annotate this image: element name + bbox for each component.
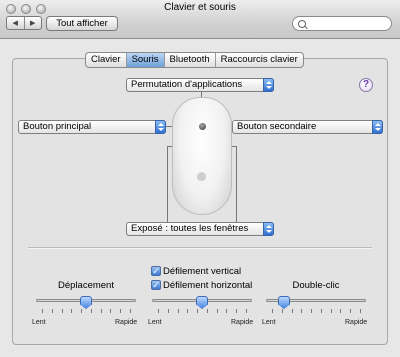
popup-arrows-icon bbox=[263, 78, 274, 92]
double-click-slider-thumb[interactable] bbox=[278, 296, 290, 309]
section-divider bbox=[28, 247, 372, 249]
slider-tick bbox=[178, 309, 179, 313]
slider-ticks bbox=[36, 309, 136, 313]
slider-tick bbox=[158, 309, 159, 313]
slider-tick bbox=[321, 309, 322, 313]
tab-bluetooth[interactable]: Bluetooth bbox=[165, 53, 216, 67]
slider-tick bbox=[292, 309, 293, 313]
checkmark-icon: ✓ bbox=[152, 280, 160, 290]
left-button-popup-value: Bouton principal bbox=[23, 121, 92, 132]
double-click-slider[interactable] bbox=[266, 296, 366, 316]
slider-tick bbox=[282, 309, 283, 313]
left-button-popup[interactable]: Bouton principal bbox=[18, 120, 166, 134]
scrolling-slider[interactable] bbox=[152, 296, 252, 316]
tab-souris[interactable]: Souris bbox=[126, 53, 165, 67]
double-click-label: Double-clic bbox=[292, 280, 340, 291]
tracking-max-label: Rapide bbox=[115, 319, 138, 326]
slider-tick bbox=[340, 309, 341, 313]
tab-bar: Clavier Souris Bluetooth Raccourcis clav… bbox=[85, 52, 304, 68]
slider-tick bbox=[81, 309, 82, 313]
search-field[interactable] bbox=[292, 16, 392, 31]
back-arrow-icon[interactable]: ◀ bbox=[7, 17, 25, 29]
search-icon bbox=[298, 20, 306, 28]
slider-tick bbox=[71, 309, 72, 313]
popup-arrows-icon bbox=[372, 120, 383, 134]
scrolling-max-label: Rapide bbox=[231, 319, 254, 326]
slider-tick bbox=[217, 309, 218, 313]
tracking-min-label: Lent bbox=[32, 319, 46, 326]
scrolling-slider-thumb[interactable] bbox=[196, 296, 208, 309]
slider-tick bbox=[350, 309, 351, 313]
tracking-slider-thumb[interactable] bbox=[80, 296, 92, 309]
show-all-button[interactable]: Tout afficher bbox=[46, 16, 118, 31]
vertical-scroll-label: Défilement vertical bbox=[163, 266, 242, 277]
slider-tick bbox=[52, 309, 53, 313]
popup-arrows-icon bbox=[155, 120, 166, 134]
search-input[interactable] bbox=[309, 18, 387, 29]
slider-ticks bbox=[266, 309, 366, 313]
slider-tick bbox=[42, 309, 43, 313]
window-title: Clavier et souris bbox=[164, 2, 236, 13]
side-buttons-popup[interactable]: Exposé : toutes les fenêtres bbox=[126, 222, 274, 236]
tab-raccourcis-clavier[interactable]: Raccourcis clavier bbox=[216, 53, 303, 67]
slider-tick bbox=[301, 309, 302, 313]
double-click-min-label: Lent bbox=[262, 319, 276, 326]
slider-tick bbox=[236, 309, 237, 313]
help-button[interactable]: ? bbox=[359, 78, 373, 92]
forward-arrow-icon[interactable]: ▶ bbox=[25, 17, 42, 29]
slider-tick bbox=[226, 309, 227, 313]
scroll-ball-icon bbox=[199, 123, 206, 130]
horizontal-scroll-checkbox[interactable]: ✓ bbox=[151, 280, 161, 290]
mighty-mouse-image bbox=[172, 97, 232, 215]
slider-tick bbox=[360, 309, 361, 313]
slider-tick bbox=[101, 309, 102, 313]
scroll-ball-popup-value: Permutation d'applications bbox=[131, 79, 243, 90]
slider-tick bbox=[207, 309, 208, 313]
slider-tick bbox=[168, 309, 169, 313]
double-click-max-label: Rapide bbox=[345, 319, 368, 326]
side-buttons-popup-value: Exposé : toutes les fenêtres bbox=[131, 223, 249, 234]
slider-tick bbox=[197, 309, 198, 313]
slider-tick bbox=[246, 309, 247, 313]
slider-tick bbox=[62, 309, 63, 313]
scroll-ball-popup[interactable]: Permutation d'applications bbox=[126, 78, 274, 92]
slider-tick bbox=[272, 309, 273, 313]
slider-tick bbox=[120, 309, 121, 313]
slider-tick bbox=[331, 309, 332, 313]
popup-arrows-icon bbox=[263, 222, 274, 236]
slider-tick bbox=[91, 309, 92, 313]
scrolling-min-label: Lent bbox=[148, 319, 162, 326]
horizontal-scroll-label: Défilement horizontal bbox=[163, 280, 253, 291]
back-forward-control[interactable]: ◀ ▶ bbox=[6, 16, 42, 30]
tracking-label: Déplacement bbox=[58, 280, 114, 291]
checkmark-icon: ✓ bbox=[152, 266, 160, 276]
right-button-popup-value: Bouton secondaire bbox=[237, 121, 317, 132]
slider-tick bbox=[110, 309, 111, 313]
slider-tick bbox=[311, 309, 312, 313]
slider-tick bbox=[130, 309, 131, 313]
vertical-scroll-checkbox[interactable]: ✓ bbox=[151, 266, 161, 276]
tab-clavier[interactable]: Clavier bbox=[86, 53, 127, 67]
tracking-slider[interactable] bbox=[36, 296, 136, 316]
slider-ticks bbox=[152, 309, 252, 313]
right-button-popup[interactable]: Bouton secondaire bbox=[232, 120, 383, 134]
apple-logo-icon bbox=[197, 172, 206, 181]
slider-tick bbox=[187, 309, 188, 313]
